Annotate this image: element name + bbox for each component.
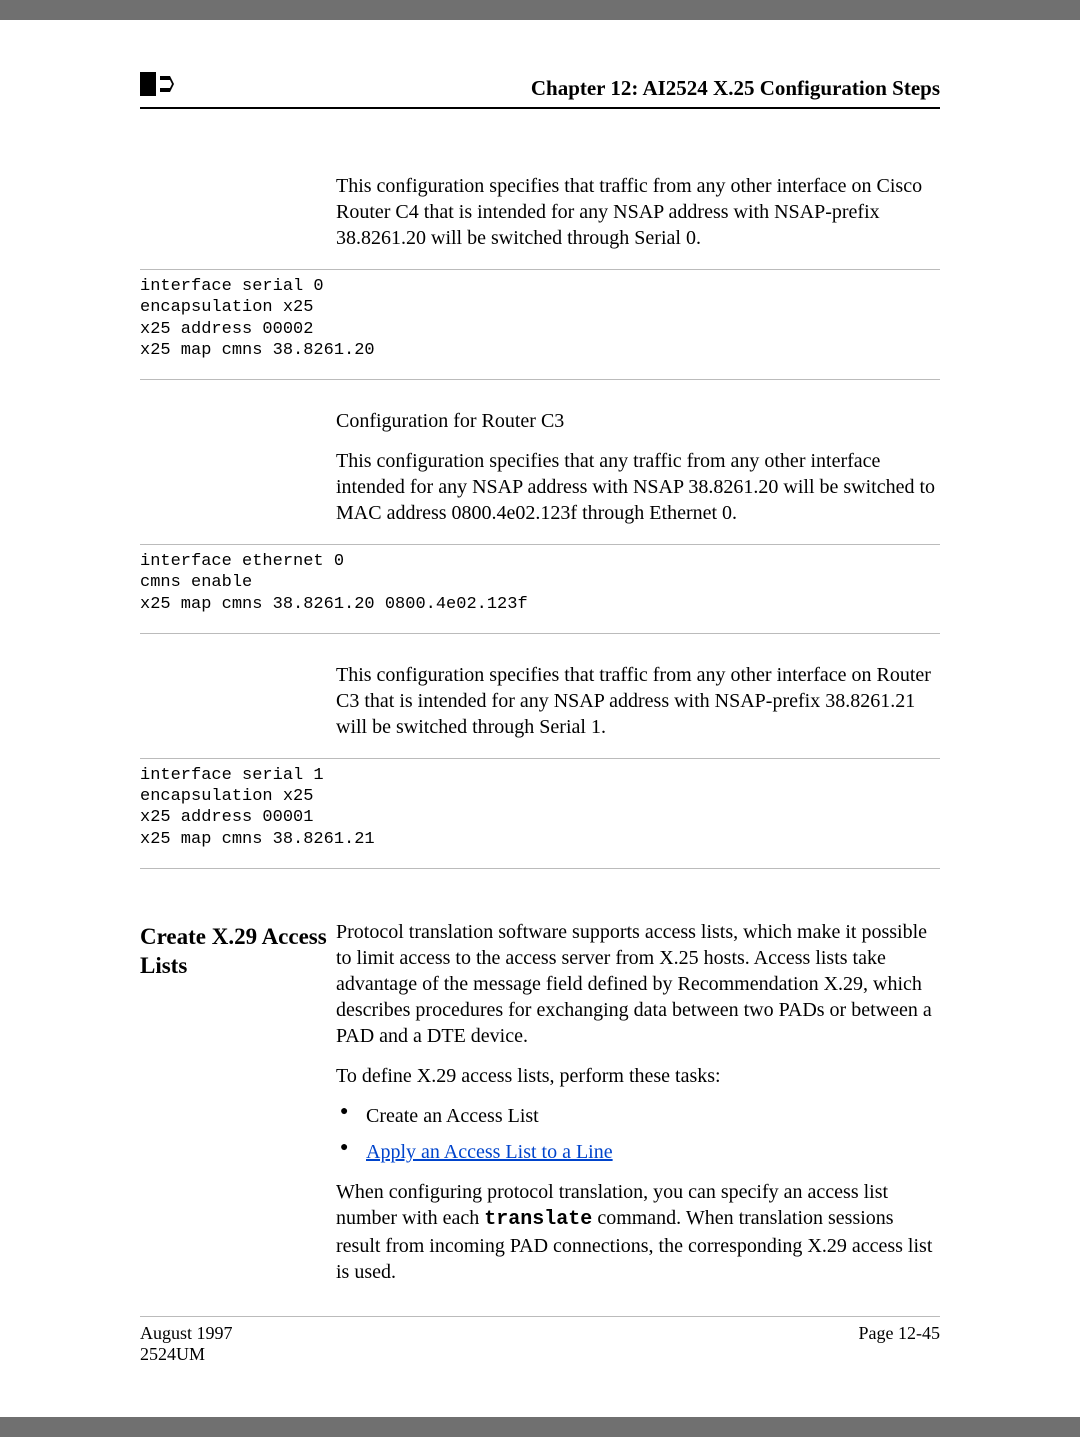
footer-page-number: Page 12-45 (859, 1323, 940, 1365)
code-block: interface ethernet 0 cmns enable x25 map… (140, 551, 940, 615)
page: Chapter 12: AI2524 X.25 Configuration St… (0, 20, 1080, 1417)
divider (140, 269, 940, 270)
section-create-x29: Create X.29 Access Lists Protocol transl… (140, 919, 940, 1299)
inline-code: translate (484, 1208, 592, 1231)
footer-date: August 1997 (140, 1323, 233, 1344)
paragraph: When configuring protocol translation, y… (336, 1179, 940, 1285)
paragraph: This configuration specifies that traffi… (336, 173, 940, 251)
divider (140, 758, 940, 759)
list-item: Create an Access List (336, 1103, 940, 1129)
page-footer: August 1997 2524UM Page 12-45 (140, 1316, 940, 1365)
list-item: Apply an Access List to a Line (336, 1139, 940, 1165)
code-block: interface serial 1 encapsulation x25 x25… (140, 765, 940, 850)
code-block: interface serial 0 encapsulation x25 x25… (140, 276, 940, 361)
divider (140, 868, 940, 869)
paragraph: This configuration specifies that any tr… (336, 448, 940, 526)
paragraph: This configuration specifies that traffi… (336, 662, 940, 740)
page-header: Chapter 12: AI2524 X.25 Configuration St… (140, 72, 940, 109)
divider (140, 379, 940, 380)
paragraph: Protocol translation software supports a… (336, 919, 940, 1049)
divider (140, 633, 940, 634)
footer-docid: 2524UM (140, 1344, 233, 1365)
logo-icon (140, 72, 174, 101)
link-apply-access-list[interactable]: Apply an Access List to a Line (366, 1141, 613, 1163)
footer-left: August 1997 2524UM (140, 1323, 233, 1365)
list-item-label: Create an Access List (366, 1105, 539, 1127)
divider (140, 544, 940, 545)
paragraph: Configuration for Router C3 (336, 408, 940, 434)
task-list: Create an Access List Apply an Access Li… (336, 1103, 940, 1165)
paragraph: To define X.29 access lists, perform the… (336, 1063, 940, 1089)
section-heading: Create X.29 Access Lists (140, 923, 336, 981)
chapter-title: Chapter 12: AI2524 X.25 Configuration St… (531, 76, 940, 101)
